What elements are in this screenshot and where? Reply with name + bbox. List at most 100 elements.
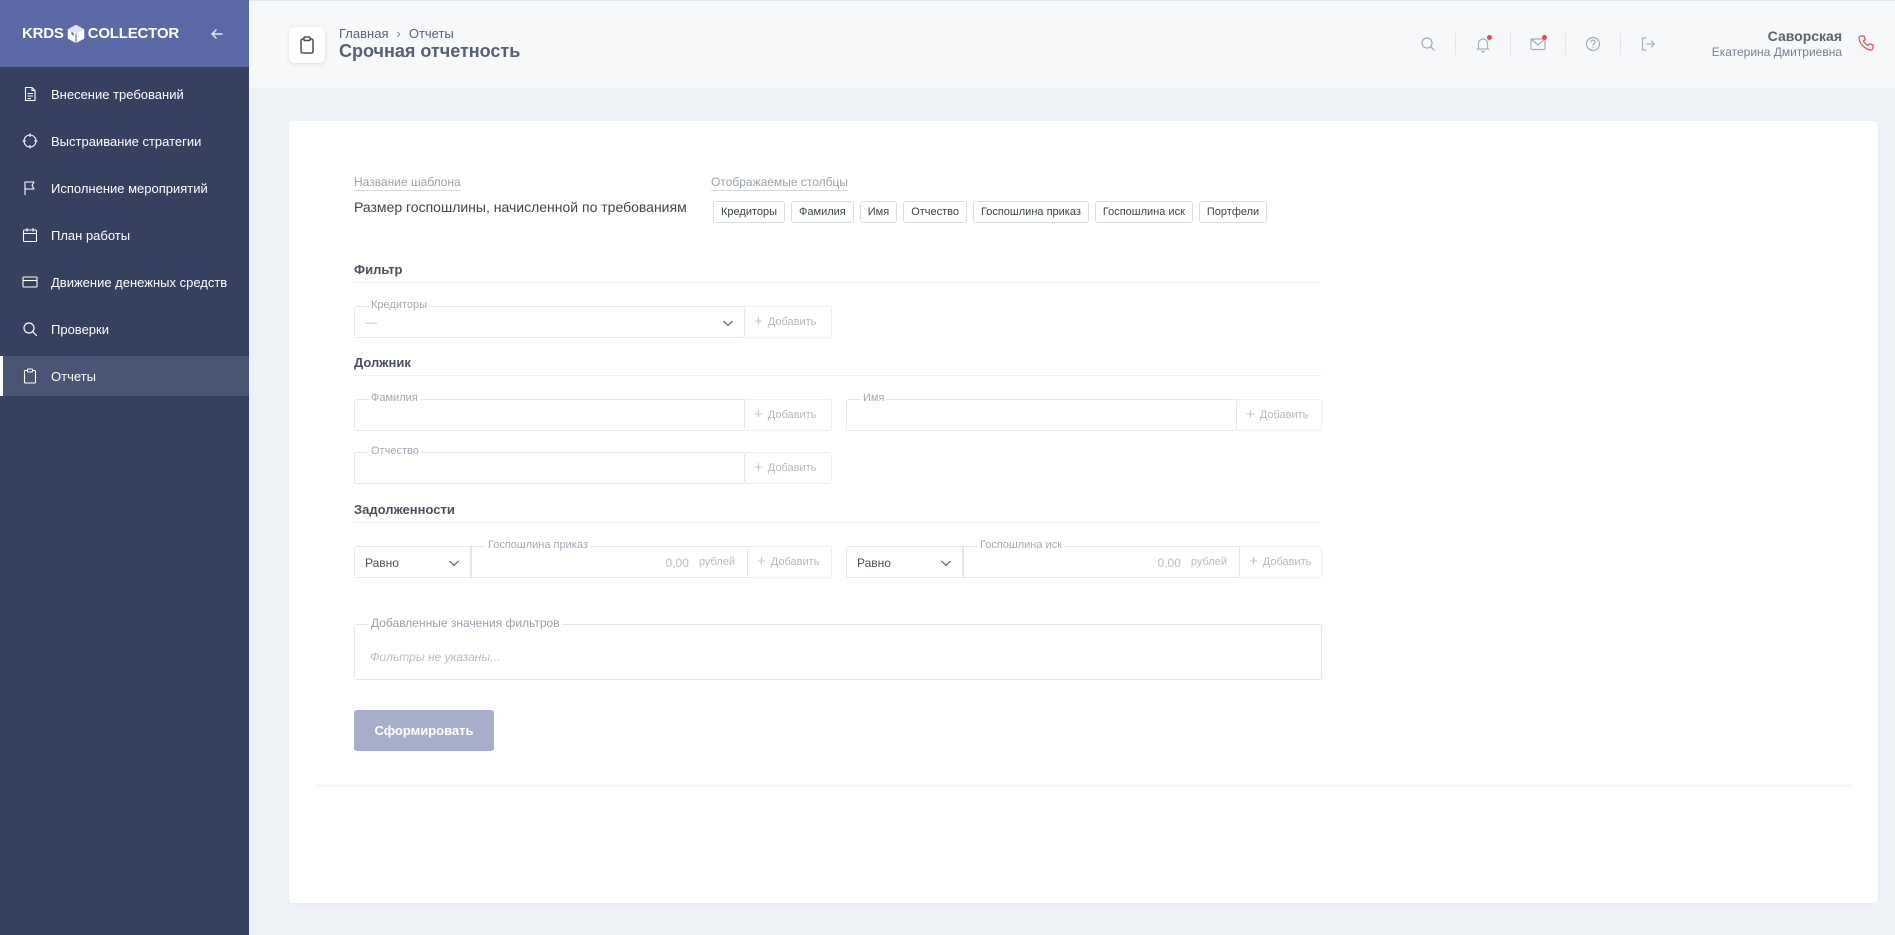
column-chip[interactable]: Имя	[859, 201, 898, 223]
add-creditor-button[interactable]: + Добавить	[745, 306, 832, 338]
logo-text-right: COLLECTOR	[87, 25, 179, 42]
plus-icon: +	[1246, 406, 1255, 423]
clipboard-icon	[23, 368, 37, 384]
add-duty-order-button[interactable]: + Добавить	[748, 546, 832, 578]
notification-dot	[1487, 35, 1492, 40]
currency-unit: рублей	[698, 556, 735, 568]
add-first-name-button[interactable]: + Добавить	[1237, 399, 1322, 431]
sidebar-item-label: Отчеты	[51, 368, 96, 384]
mail-icon[interactable]	[1529, 35, 1547, 53]
duty-claim-amount-field[interactable]: Госпошлина иск 0,00 рублей	[963, 538, 1240, 578]
generate-report-button[interactable]: Сформировать	[354, 710, 494, 751]
logo-cube-icon	[67, 24, 84, 43]
creditors-value: —	[365, 315, 377, 329]
user-first-name: Екатерина Дмитриевна	[1711, 45, 1842, 59]
duty-order-compare-select[interactable]: Равно	[354, 546, 471, 578]
sidebar-item-label: План работы	[51, 227, 131, 243]
columns-label: Отображаемые столбцы	[711, 175, 848, 191]
sidebar: KRDS COLLECTOR Внесение требований Выстр…	[0, 0, 249, 935]
column-chip[interactable]: Госпошлина иск	[1094, 201, 1193, 223]
column-chip[interactable]: Кредиторы	[713, 201, 786, 223]
amount-display: 0,00 рублей	[1158, 556, 1227, 570]
add-button-label: Добавить	[1262, 556, 1312, 568]
bell-icon[interactable]	[1474, 35, 1492, 53]
currency-unit: рублей	[1190, 556, 1227, 568]
sidebar-item-strategy[interactable]: Выстраивание стратегии	[0, 121, 249, 161]
column-chip[interactable]: Портфели	[1198, 201, 1268, 223]
template-name-label: Название шаблона	[354, 175, 461, 191]
help-icon[interactable]	[1584, 35, 1602, 53]
sidebar-item-events[interactable]: Исполнение мероприятий	[0, 168, 249, 208]
last-name-field[interactable]: Фамилия	[354, 391, 745, 431]
patronymic-label: Отчество	[369, 444, 421, 458]
patronymic-field[interactable]: Отчество	[354, 444, 745, 484]
template-name-value: Размер госпошлины, начисленной по требов…	[354, 199, 687, 215]
breadcrumb: Главная › Отчеты	[339, 26, 454, 41]
page-clipboard-icon	[289, 27, 325, 63]
divider	[1510, 33, 1511, 55]
added-filters-label: Добавленные значения фильтров	[369, 616, 562, 630]
creditors-select[interactable]: Кредиторы —	[354, 298, 745, 338]
section-title-filter: Фильтр	[354, 262, 1322, 283]
add-button-label: Добавить	[1259, 409, 1309, 421]
breadcrumb-separator: ›	[396, 26, 401, 41]
sidebar-item-reports[interactable]: Отчеты	[0, 356, 249, 396]
last-name-label: Фамилия	[369, 391, 420, 405]
plus-icon: +	[1249, 553, 1258, 570]
column-chip[interactable]: Отчество	[903, 201, 968, 223]
user-profile[interactable]: Саворская Екатерина Дмитриевна	[1712, 28, 1842, 59]
add-patronymic-button[interactable]: + Добавить	[745, 452, 832, 484]
duty-order-label: Госпошлина приказ	[486, 538, 590, 552]
duty-claim-compare-select[interactable]: Равно	[846, 546, 963, 578]
add-button-label: Добавить	[770, 556, 820, 568]
app-logo[interactable]: KRDS COLLECTOR	[22, 23, 179, 45]
phone-icon[interactable]	[1857, 34, 1875, 52]
breadcrumb-home[interactable]: Главная	[339, 26, 388, 41]
chevron-down-icon	[449, 560, 459, 567]
amount-display: 0,00 рублей	[666, 556, 735, 570]
document-icon	[24, 86, 36, 102]
sidebar-item-label: Движение денежных средств	[51, 274, 228, 290]
plus-icon: +	[754, 406, 763, 423]
sidebar-item-label: Проверки	[51, 321, 109, 337]
add-last-name-button[interactable]: + Добавить	[745, 399, 832, 431]
plus-icon: +	[754, 313, 763, 330]
sidebar-header: KRDS COLLECTOR	[0, 0, 249, 67]
collapse-arrow-icon[interactable]	[207, 24, 227, 44]
section-title-debts: Задолженности	[354, 502, 1322, 523]
sidebar-nav: Внесение требований Выстраивание стратег…	[0, 67, 249, 396]
breadcrumb-reports[interactable]: Отчеты	[409, 26, 454, 41]
credit-card-icon	[22, 276, 38, 288]
topbar-actions	[1419, 33, 1657, 55]
sidebar-item-claims[interactable]: Внесение требований	[0, 74, 249, 114]
target-icon	[22, 133, 38, 149]
compare-value: Равно	[365, 556, 399, 570]
add-button-label: Добавить	[767, 316, 817, 328]
flag-icon	[24, 181, 35, 195]
calendar-icon	[22, 228, 38, 243]
first-name-field[interactable]: Имя	[846, 391, 1237, 431]
compare-value: Равно	[857, 556, 891, 570]
sidebar-item-work-plan[interactable]: План работы	[0, 215, 249, 255]
duty-order-amount-field[interactable]: Госпошлина приказ 0,00 рублей	[471, 538, 748, 578]
column-chip[interactable]: Фамилия	[791, 201, 854, 223]
first-name-label: Имя	[861, 391, 887, 405]
added-filters-box: Добавленные значения фильтров Фильтры не…	[354, 616, 1322, 680]
duty-claim-label: Госпошлина иск	[978, 538, 1065, 552]
add-duty-claim-button[interactable]: + Добавить	[1240, 546, 1322, 578]
sidebar-item-label: Выстраивание стратегии	[51, 133, 202, 149]
columns-chips: Кредиторы Фамилия Имя Отчество Госпошлин…	[713, 201, 1273, 223]
sidebar-item-cash-flow[interactable]: Движение денежных средств	[0, 262, 249, 302]
chevron-down-icon	[723, 320, 733, 327]
sidebar-item-label: Внесение требований	[51, 86, 184, 102]
sidebar-item-label: Исполнение мероприятий	[51, 180, 208, 196]
notification-dot	[1542, 35, 1547, 40]
added-filters-empty: Фильтры не указаны...	[370, 650, 501, 664]
sidebar-item-checks[interactable]: Проверки	[0, 309, 249, 349]
logout-icon[interactable]	[1639, 35, 1657, 53]
column-chip[interactable]: Госпошлина приказ	[973, 201, 1089, 223]
logo-text-left: KRDS	[22, 25, 64, 42]
creditors-label: Кредиторы	[369, 298, 430, 312]
search-icon[interactable]	[1419, 35, 1437, 53]
amount-placeholder: 0,00	[1157, 556, 1181, 570]
